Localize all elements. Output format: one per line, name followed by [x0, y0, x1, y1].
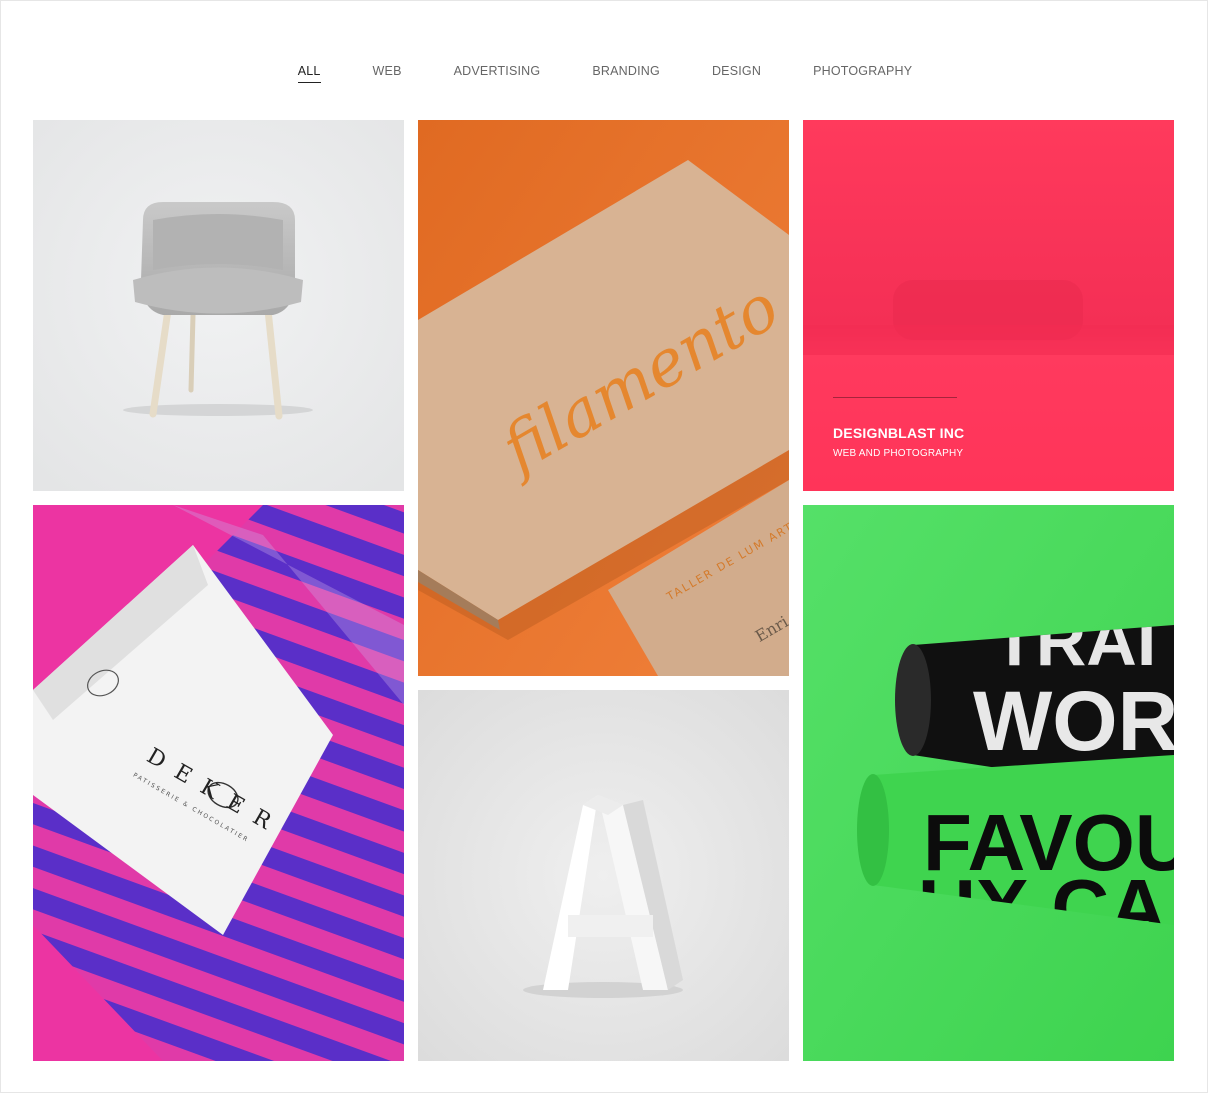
filter-branding[interactable]: BRANDING — [592, 63, 660, 79]
portfolio-item-filamento[interactable]: filamento TALLER DE LUM ARTESANAL Enri — [418, 120, 789, 676]
filter-web[interactable]: WEB — [373, 63, 402, 79]
portfolio-item-chair[interactable] — [33, 120, 404, 491]
portfolio-page: ALL WEB ADVERTISING BRANDING DESIGN PHOT… — [0, 0, 1208, 1093]
portfolio-item-letter-a[interactable]: A — [418, 690, 789, 1061]
green-posters-image: TRAI WORD FAVOU UX CA — [803, 505, 1174, 1061]
filter-design[interactable]: DESIGN — [712, 63, 761, 79]
chair-image — [33, 120, 404, 491]
portfolio-filter-bar: ALL WEB ADVERTISING BRANDING DESIGN PHOT… — [1, 63, 1208, 83]
portfolio-item-deker[interactable]: DEKER PATISSERIE & CHOCOLATIER — [33, 505, 404, 1061]
overlay-divider — [833, 397, 957, 398]
portfolio-item-green-posters[interactable]: TRAI WORD FAVOU UX CA — [803, 505, 1174, 1061]
deker-card-image: DEKER PATISSERIE & CHOCOLATIER — [33, 505, 404, 1061]
filter-advertising[interactable]: ADVERTISING — [454, 63, 541, 79]
svg-text:WORD: WORD — [973, 674, 1174, 768]
filter-all[interactable]: ALL — [297, 63, 321, 83]
letter-a-image: A — [418, 690, 789, 1061]
filamento-card-image: filamento TALLER DE LUM ARTESANAL Enri — [418, 120, 789, 676]
portfolio-item-designblast[interactable]: DESIGNBLAST INC WEB AND PHOTOGRAPHY — [803, 120, 1174, 491]
portfolio-item-title: DESIGNBLAST INC — [833, 425, 965, 441]
portfolio-item-category: WEB AND PHOTOGRAPHY — [833, 448, 964, 459]
filter-photography[interactable]: PHOTOGRAPHY — [813, 63, 912, 79]
